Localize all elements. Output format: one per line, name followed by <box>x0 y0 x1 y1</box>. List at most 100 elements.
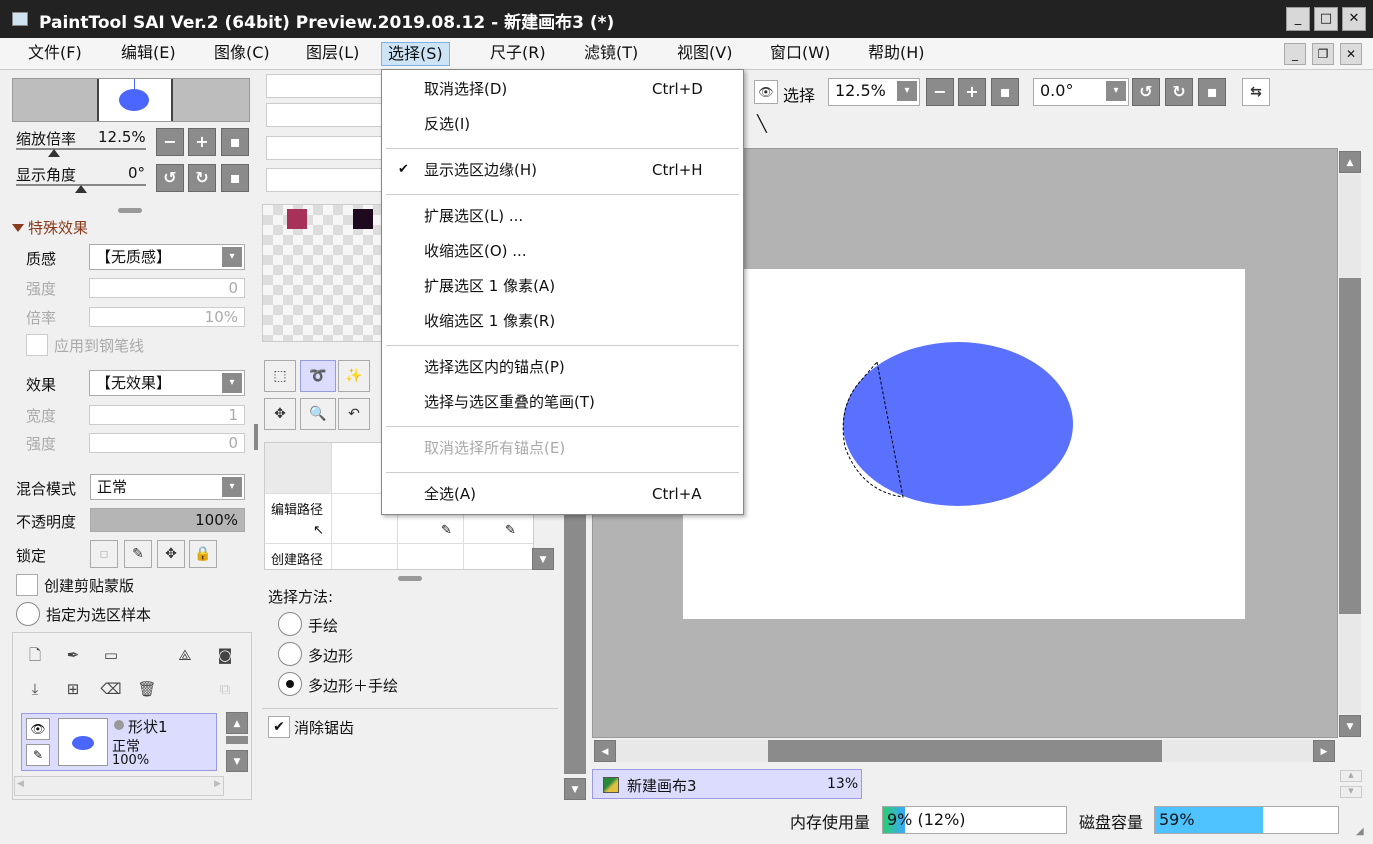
menu-select[interactable]: 选择(S) <box>381 42 450 66</box>
path-icon-1[interactable]: ✎ <box>441 523 452 538</box>
zoom-in-button[interactable]: + <box>188 128 216 156</box>
menu-help[interactable]: 帮助(H) <box>862 42 931 66</box>
menu-file[interactable]: 文件(F) <box>22 42 88 66</box>
blend-mode-combo[interactable]: 正常 ▾ <box>90 474 245 500</box>
rotate-left-button[interactable]: ↺ <box>156 164 184 192</box>
magic-wand-tool[interactable]: ✨ <box>338 360 370 392</box>
canvas-scroll-down-button[interactable]: ▼ <box>1339 715 1361 737</box>
merge-visible-icon[interactable]: ⊞ <box>61 677 85 701</box>
maximize-button[interactable]: □ <box>1314 7 1338 31</box>
toolbar-zoom-combo[interactable]: 12.5% ▾ <box>828 78 920 106</box>
color-swatches[interactable] <box>262 204 382 342</box>
layer-scroll-down-button[interactable]: ▼ <box>226 750 248 772</box>
width-slider[interactable]: 1 <box>89 405 245 425</box>
toolbar-angle-combo[interactable]: 0.0° ▾ <box>1033 78 1129 106</box>
clip-mask-checkbox[interactable] <box>16 574 38 596</box>
canvas-hscroll-thumb[interactable] <box>768 740 1162 762</box>
new-layer-icon[interactable]: 🗋 <box>23 643 47 667</box>
method-freehand-radio[interactable] <box>278 612 302 636</box>
path-scroll-down-button[interactable]: ▼ <box>532 548 554 570</box>
tool-splitter-handle[interactable] <box>398 576 422 581</box>
menu-item-expand-1px[interactable]: 扩展选区 1 像素(A) <box>382 271 743 301</box>
toolbar-zoom-reset-button[interactable]: ▪ <box>991 78 1019 106</box>
menu-item-shrink[interactable]: 收缩选区(O) ... <box>382 236 743 266</box>
merge-down-icon[interactable]: ⤓ <box>23 677 47 701</box>
canvas-paper[interactable] <box>683 269 1245 619</box>
menu-layer[interactable]: 图层(L) <box>300 42 365 66</box>
resize-grip-icon[interactable]: ◢ <box>1356 826 1368 838</box>
brush-slot-4[interactable] <box>266 168 382 192</box>
clear-layer-icon[interactable]: ⌫ <box>99 677 123 701</box>
menu-item-select-strokes[interactable]: 选择与选区重叠的笔画(T) <box>382 387 743 417</box>
method-polygon-radio[interactable] <box>278 642 302 666</box>
edit-path-label[interactable]: 编辑路径 <box>271 499 323 518</box>
tool-panel-scroll-track[interactable] <box>564 510 586 774</box>
new-shape-layer-icon[interactable]: ⟁ <box>173 643 197 667</box>
scale-slider[interactable]: 10% <box>89 307 245 327</box>
splitter-handle[interactable] <box>118 208 142 213</box>
menu-item-shrink-1px[interactable]: 收缩选区 1 像素(R) <box>382 306 743 336</box>
tool-panel-scroll-down-button[interactable]: ▼ <box>564 778 586 800</box>
canvas-scroll-up-button[interactable]: ▲ <box>1339 151 1361 173</box>
menu-view[interactable]: 视图(V) <box>671 42 738 66</box>
rect-select-tool[interactable]: ⬚ <box>264 360 296 392</box>
layer-scroll-thumb[interactable] <box>226 736 248 744</box>
menu-item-select-anchors[interactable]: 选择选区内的锚点(P) <box>382 352 743 382</box>
rotate-tool[interactable]: ↶ <box>338 398 370 430</box>
menu-item-invert[interactable]: 反选(I) <box>382 109 743 139</box>
zoom-out-button[interactable]: − <box>156 128 184 156</box>
canvas-vscroll-thumb[interactable] <box>1339 278 1361 614</box>
navigator-preview[interactable] <box>12 78 250 122</box>
selection-sample-radio[interactable] <box>16 602 40 626</box>
mdi-minimize-button[interactable]: _ <box>1284 43 1306 65</box>
toolbar-zoom-in-button[interactable]: + <box>958 78 986 106</box>
lock-move-button[interactable]: ✥ <box>157 540 185 568</box>
menu-window[interactable]: 窗口(W) <box>764 42 836 66</box>
antialias-checkbox[interactable]: ✔ <box>268 716 290 738</box>
brush-slot-2[interactable] <box>266 103 382 127</box>
toolbar-rotate-right-button[interactable]: ↻ <box>1165 78 1193 106</box>
edit-lock-icon[interactable]: ✎ <box>26 744 50 766</box>
tab-scroll-down-icon[interactable]: ▼ <box>1340 786 1362 798</box>
new-folder-icon[interactable]: ▭ <box>99 643 123 667</box>
swatch-color-2[interactable] <box>353 209 373 229</box>
zoom-reset-button[interactable]: ▪ <box>221 128 249 156</box>
angle-slider-thumb[interactable] <box>75 185 87 193</box>
canvas-scroll-right-button[interactable]: ▶ <box>1313 740 1335 762</box>
close-button[interactable]: ✕ <box>1342 7 1366 31</box>
create-path-label[interactable]: 创建路径 <box>271 549 323 568</box>
show-selection-eye-button[interactable]: 👁 <box>754 80 778 104</box>
apply-pen-checkbox[interactable] <box>26 334 48 356</box>
path-icon-2[interactable]: ✎ <box>505 523 516 538</box>
menu-ruler[interactable]: 尺子(R) <box>484 42 552 66</box>
zoom-tool[interactable]: 🔍 <box>300 398 336 430</box>
new-pen-layer-icon[interactable]: ✒ <box>61 643 85 667</box>
mdi-close-button[interactable]: ✕ <box>1340 43 1362 65</box>
toolbar-rotate-reset-button[interactable]: ▪ <box>1198 78 1226 106</box>
lock-transparency-button[interactable]: ▫ <box>90 540 118 568</box>
apply-mask-icon[interactable]: ⧉ <box>213 677 237 701</box>
canvas-hscroll-track[interactable] <box>616 740 1313 762</box>
lasso-tool[interactable]: ➰ <box>300 360 336 392</box>
brush-slot-3[interactable] <box>266 136 382 160</box>
rotate-reset-button[interactable]: ▪ <box>221 164 249 192</box>
ellipse-shape[interactable] <box>843 342 1073 506</box>
swatch-color-1[interactable] <box>287 209 307 229</box>
collapse-arrow-icon[interactable] <box>12 224 24 232</box>
menu-edit[interactable]: 编辑(E) <box>115 42 182 66</box>
canvas-scroll-left-button[interactable]: ◀ <box>594 740 616 762</box>
menu-item-deselect[interactable]: 取消选择(D) Ctrl+D <box>382 74 743 104</box>
strength-slider[interactable]: 0 <box>89 278 245 298</box>
flip-horizontal-button[interactable]: ⇆ <box>1242 78 1270 106</box>
layer-hscroll[interactable]: ◀ ▶ <box>14 776 224 796</box>
tab-scroll-up-icon[interactable]: ▲ <box>1340 770 1362 782</box>
layer-item[interactable]: 👁 ✎ 形状1 正常 100% <box>21 713 217 771</box>
lock-all-button[interactable]: 🔒 <box>189 540 217 568</box>
menu-filter[interactable]: 滤镜(T) <box>578 42 644 66</box>
minimize-button[interactable]: _ <box>1286 7 1310 31</box>
menu-item-show-edges[interactable]: ✔ 显示选区边缘(H) Ctrl+H <box>382 155 743 185</box>
visibility-eye-icon[interactable]: 👁 <box>26 718 50 740</box>
layer-mask-icon[interactable]: ◙ <box>213 643 237 667</box>
toolbar-zoom-out-button[interactable]: − <box>926 78 954 106</box>
menu-item-select-all[interactable]: 全选(A) Ctrl+A <box>382 479 743 509</box>
